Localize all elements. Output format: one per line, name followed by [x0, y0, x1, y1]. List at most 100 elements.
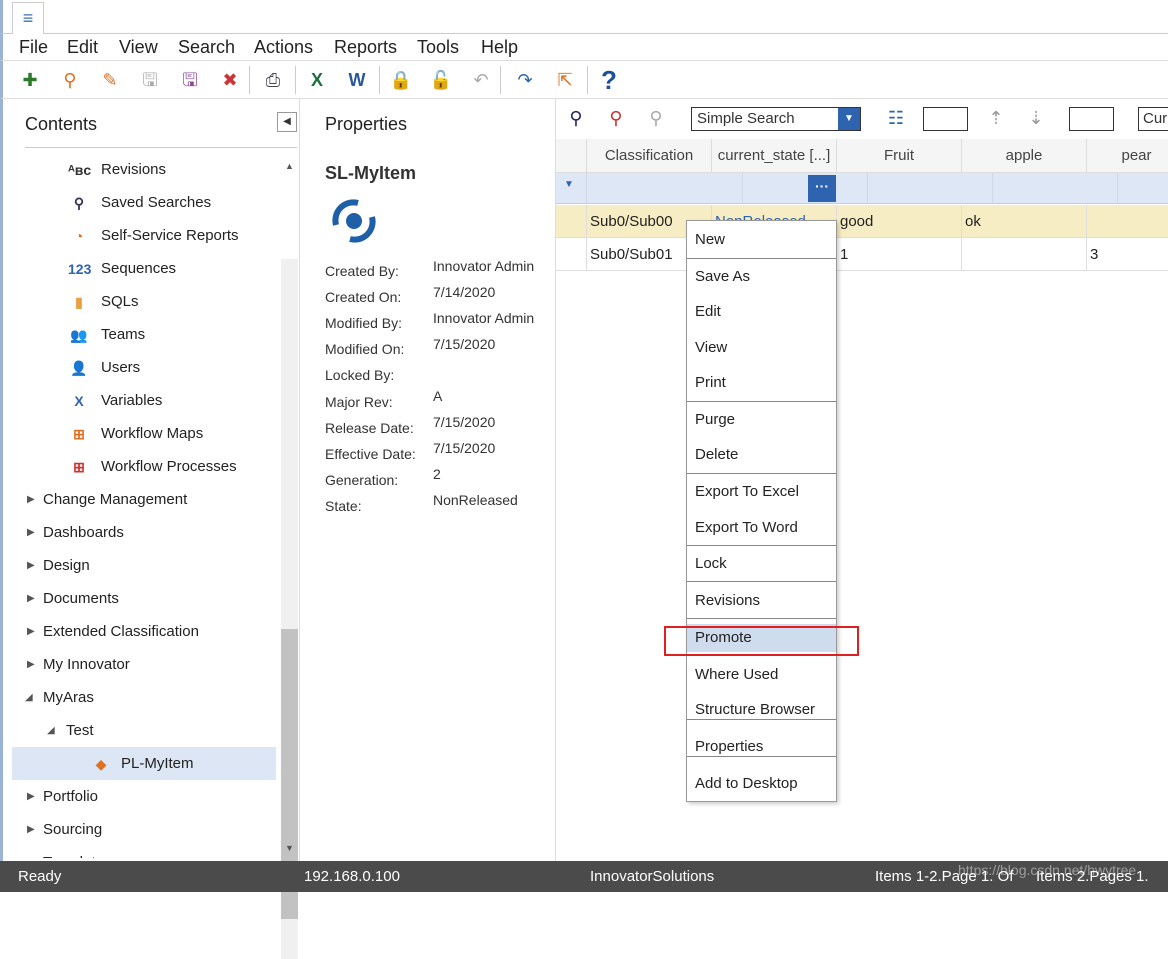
scroll-up-icon[interactable]: ▲	[281, 161, 298, 171]
tree-item-selected[interactable]: ◆ PL-MyItem	[12, 747, 276, 780]
grid-cell[interactable]: 3	[1087, 238, 1168, 271]
menu-search[interactable]: Search	[178, 37, 235, 58]
context-menu-item-print[interactable]: Print	[687, 374, 836, 391]
grid-cell[interactable]	[962, 238, 1087, 271]
tree-folder[interactable]: ▶ Change Management	[23, 483, 278, 516]
grid-cell[interactable]: 1	[837, 238, 962, 271]
run-search-icon[interactable]: ⚲	[564, 105, 588, 131]
tree-folder[interactable]: ▶ Templates	[23, 846, 278, 858]
word-icon[interactable]: W	[345, 67, 369, 93]
filter-row[interactable]	[556, 173, 1168, 204]
context-menu-item-structure-browser[interactable]: Structure Browser	[687, 701, 836, 718]
page-size-input[interactable]	[923, 107, 968, 131]
undo-icon[interactable]: ↶	[469, 67, 493, 93]
collapsed-arrow-icon[interactable]: ▶	[27, 516, 35, 549]
column-header[interactable]: pear	[1087, 139, 1168, 173]
tree-folder[interactable]: ▶ My Innovator	[23, 648, 278, 681]
grid-cell[interactable]: ok	[962, 205, 1087, 238]
current-select[interactable]: Curr	[1138, 107, 1168, 131]
sort-asc-icon[interactable]: ⇡	[984, 105, 1008, 131]
delete-icon[interactable]: ✖	[218, 67, 242, 93]
tree-item[interactable]: ⚲ Saved Searches	[63, 186, 278, 219]
grid-cell[interactable]	[1087, 205, 1168, 238]
new-icon[interactable]: ✚	[18, 67, 42, 93]
lock-icon[interactable]: 🔒	[389, 67, 413, 93]
collapsed-arrow-icon[interactable]: ▶	[27, 615, 35, 648]
context-menu-item-edit[interactable]: Edit	[687, 303, 836, 320]
collapsed-arrow-icon[interactable]: ▶	[27, 780, 35, 813]
expanded-arrow-icon[interactable]: ◢	[47, 714, 55, 747]
collapsed-arrow-icon[interactable]: ▶	[27, 582, 35, 615]
tree-item[interactable]: ᴬʙc Revisions	[63, 153, 278, 186]
tree-item[interactable]: ⊞ Workflow Processes	[63, 450, 278, 483]
clear-search-icon[interactable]: ⚲	[604, 105, 628, 131]
tree-item[interactable]: ⊞ Workflow Maps	[63, 417, 278, 450]
open-icon[interactable]: ⚲	[58, 67, 82, 93]
row-selector[interactable]	[556, 205, 587, 238]
grid-cell[interactable]: good	[837, 205, 962, 238]
select-columns-icon[interactable]: ☷	[884, 105, 908, 131]
save-icon[interactable]: 🖫	[138, 67, 162, 93]
menu-tools[interactable]: Tools	[417, 37, 459, 58]
context-menu-item-export-to-word[interactable]: Export To Word	[687, 519, 836, 536]
menu-file[interactable]: File	[19, 37, 48, 58]
menu-view[interactable]: View	[119, 37, 158, 58]
scroll-down-icon[interactable]: ▼	[281, 843, 298, 853]
tree-item[interactable]: ◔ Self-Service Reports	[63, 219, 278, 252]
context-menu-item-revisions[interactable]: Revisions	[687, 592, 836, 609]
column-header[interactable]: apple	[962, 139, 1087, 173]
print-icon[interactable]: ⎙	[261, 67, 285, 93]
tree-item[interactable]: 👥 Teams	[63, 318, 278, 351]
menu-help[interactable]: Help	[481, 37, 518, 58]
collapsed-arrow-icon[interactable]: ▶	[27, 549, 35, 582]
context-menu-item-add-to-desktop[interactable]: Add to Desktop	[687, 775, 836, 792]
context-menu-item-save-as[interactable]: Save As	[687, 268, 836, 285]
ellipsis-button[interactable]: ···	[808, 175, 836, 202]
menu-edit[interactable]: Edit	[67, 37, 98, 58]
tree-folder[interactable]: ▶ Documents	[23, 582, 278, 615]
stop-search-icon[interactable]: ⚲	[644, 105, 668, 131]
context-menu-item-where-used[interactable]: Where Used	[687, 666, 836, 683]
tree-folder[interactable]: ▶ Dashboards	[23, 516, 278, 549]
column-header[interactable]: Classification	[587, 139, 712, 173]
promote-icon[interactable]: ↷	[513, 67, 537, 93]
column-header[interactable]: Fruit	[837, 139, 962, 173]
tree-item[interactable]: ▮ SQLs	[63, 285, 278, 318]
tree-folder[interactable]: ▶ Extended Classification	[23, 615, 278, 648]
tree-item[interactable]: 123 Sequences	[63, 252, 278, 285]
context-menu-item-purge[interactable]: Purge	[687, 411, 836, 428]
export-icon[interactable]: ⇱	[553, 67, 577, 93]
collapsed-arrow-icon[interactable]: ▶	[27, 483, 35, 516]
menu-actions[interactable]: Actions	[254, 37, 313, 58]
tree-folder[interactable]: ▶ Portfolio	[23, 780, 278, 813]
unlock-icon[interactable]: 🔓	[429, 67, 453, 93]
search-mode-select[interactable]: Simple Search ▼	[691, 107, 861, 131]
help-icon[interactable]: ?	[597, 67, 621, 93]
tree-item[interactable]: X Variables	[63, 384, 278, 417]
collapsed-arrow-icon[interactable]: ▶	[27, 813, 35, 846]
collapsed-arrow-icon[interactable]: ▶	[27, 648, 35, 681]
tree-item[interactable]: 👤 Users	[63, 351, 278, 384]
expanded-arrow-icon[interactable]: ◢	[25, 681, 33, 714]
edit-icon[interactable]: ✎	[98, 67, 122, 93]
collapsed-arrow-icon[interactable]: ▶	[27, 846, 35, 858]
chevron-down-icon[interactable]: ▼	[838, 108, 860, 130]
tree-folder[interactable]: ▶ Sourcing	[23, 813, 278, 846]
context-menu-item-view[interactable]: View	[687, 339, 836, 356]
tree-folder[interactable]: ▶ Design	[23, 549, 278, 582]
sort-desc-icon[interactable]: ⇣	[1024, 105, 1048, 131]
menu-reports[interactable]: Reports	[334, 37, 397, 58]
context-menu-item-delete[interactable]: Delete	[687, 446, 836, 463]
context-menu-item-new[interactable]: New	[687, 231, 836, 248]
tree-folder-test[interactable]: ◢ Test	[45, 714, 278, 747]
context-menu-item-properties[interactable]: Properties	[687, 738, 836, 755]
tree-folder[interactable]: ◢ MyAras	[23, 681, 278, 714]
collapse-panel-button[interactable]: ◀	[277, 112, 297, 132]
main-menu-tab[interactable]: ≡	[12, 2, 44, 34]
filter-toggle-icon[interactable]: ▼	[564, 179, 574, 190]
context-menu-item-export-to-excel[interactable]: Export To Excel	[687, 483, 836, 500]
row-selector[interactable]	[556, 238, 587, 271]
max-results-input[interactable]	[1069, 107, 1114, 131]
excel-icon[interactable]: X	[305, 67, 329, 93]
save-as-icon[interactable]: 🖫	[178, 67, 202, 93]
